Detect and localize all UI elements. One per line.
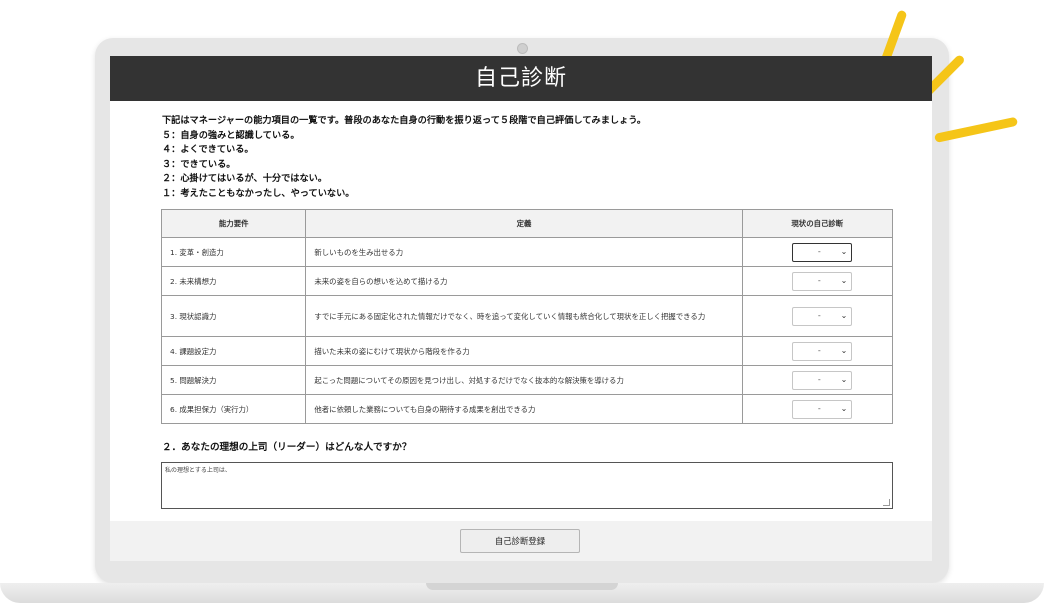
select-value: - [817, 403, 821, 413]
table-row: 3. 現状認識力 すでに手元にある固定化された情報だけでなく、時を追って変化して… [160, 295, 894, 337]
assessment-select-4[interactable]: - ⌄ [792, 341, 853, 361]
skill-name: 5. 問題解決力 [160, 365, 307, 395]
instruction-line: 下記はマネージャーの能力項目の一覧です。普段のあなた自身の行動を振り返って５段階… [162, 115, 647, 126]
laptop-notch [426, 583, 618, 590]
header-bar: 自己診断 [110, 56, 932, 101]
select-value: - [817, 345, 821, 355]
chevron-down-icon: ⌄ [840, 246, 848, 256]
scale-5-label: ５：自身の強みと認識している。 [162, 129, 300, 141]
skill-definition: 未来の姿を自らの想いを込めて描ける力 [305, 266, 743, 296]
chevron-down-icon: ⌄ [840, 275, 848, 285]
chevron-down-icon: ⌄ [840, 310, 848, 320]
assessment-cell: - ⌄ [741, 336, 894, 366]
table-row: 2. 未来構想力 未来の姿を自らの想いを込めて描ける力 - ⌄ [160, 266, 894, 296]
assessment-cell: - ⌄ [741, 295, 894, 337]
select-value: - [817, 246, 821, 256]
assessment-cell: - ⌄ [741, 266, 894, 296]
table-row: 4. 課題設定力 描いた未来の姿にむけて現状から階段を作る力 - ⌄ [160, 336, 894, 366]
scale-1-label: １：考えたこともなかったし、やっていない。 [162, 187, 355, 199]
select-value: - [817, 310, 821, 320]
chevron-down-icon: ⌄ [840, 345, 848, 355]
assessment-select-6[interactable]: - ⌄ [792, 399, 853, 419]
skill-definition: 起こった問題についてその原因を見つけ出し、対処するだけでなく抜本的な解決策を導け… [305, 365, 743, 395]
skill-definition: 他者に依頼した業務についても自身の期待する成果を創出できる力 [305, 394, 743, 424]
scale-3-label: ３：できている。 [162, 158, 236, 170]
skill-name: 2. 未来構想力 [160, 266, 307, 296]
assessment-select-5[interactable]: - ⌄ [792, 370, 853, 390]
chevron-down-icon: ⌄ [840, 374, 848, 384]
assessment-cell: - ⌄ [741, 365, 894, 395]
skill-definition: 新しいものを生み出せる力 [305, 237, 743, 267]
column-header-definition: 定義 [305, 209, 743, 238]
table-row: 5. 問題解決力 起こった問題についてその原因を見つけ出し、対処するだけでなく抜… [160, 365, 894, 395]
assessment-select-3[interactable]: - ⌄ [792, 306, 853, 326]
table-row: 6. 成果担保力（実行力） 他者に依頼した業務についても自身の期待する成果を創出… [160, 394, 894, 424]
ideal-boss-textarea[interactable]: 私の理想とする上司は、 [161, 462, 893, 509]
skill-name: 3. 現状認識力 [160, 295, 307, 337]
assessment-cell: - ⌄ [741, 237, 894, 267]
scale-4-label: ４：よくできている。 [162, 144, 254, 156]
select-value: - [817, 374, 821, 384]
skills-table: 能力要件 定義 現状の自己診断 1. 変革・創造力 新しいものを生み出せる力 -… [160, 209, 894, 424]
skill-definition: すでに手元にある固定化された情報だけでなく、時を追って変化していく情報も統合化し… [305, 295, 743, 337]
ideal-boss-question: ２．あなたの理想の上司（リーダー）はどんな人ですか？ [162, 442, 412, 453]
column-header-skill: 能力要件 [160, 209, 307, 238]
table-row: 1. 変革・創造力 新しいものを生み出せる力 - ⌄ [160, 237, 894, 267]
skill-definition: 描いた未来の姿にむけて現状から階段を作る力 [305, 336, 743, 366]
skill-name: 6. 成果担保力（実行力） [160, 394, 307, 424]
skill-name: 4. 課題設定力 [160, 336, 307, 366]
resize-handle-icon[interactable] [883, 499, 890, 506]
skill-name: 1. 変革・創造力 [160, 237, 307, 267]
page-title: 自己診断 [474, 66, 567, 91]
scale-2-label: ２：心掛けてはいるが、十分ではない。 [162, 173, 328, 185]
submit-self-assessment-button[interactable]: 自己診断登録 [460, 529, 580, 553]
assessment-select-1[interactable]: - ⌄ [792, 242, 853, 262]
chevron-down-icon: ⌄ [840, 403, 848, 413]
select-value: - [817, 275, 821, 285]
textarea-value: 私の理想とする上司は、 [165, 467, 231, 474]
assessment-select-2[interactable]: - ⌄ [792, 271, 853, 291]
table-header-row: 能力要件 定義 現状の自己診断 [160, 209, 894, 238]
form-footer: 自己診断登録 [110, 521, 932, 561]
webcam-icon [517, 43, 528, 54]
app-screen: 自己診断 下記はマネージャーの能力項目の一覧です。普段のあなた自身の行動を振り返… [110, 56, 932, 561]
assessment-cell: - ⌄ [741, 394, 894, 424]
column-header-self-assessment: 現状の自己診断 [741, 209, 894, 238]
instructions: 下記はマネージャーの能力項目の一覧です。普段のあなた自身の行動を振り返って５段階… [162, 114, 882, 202]
